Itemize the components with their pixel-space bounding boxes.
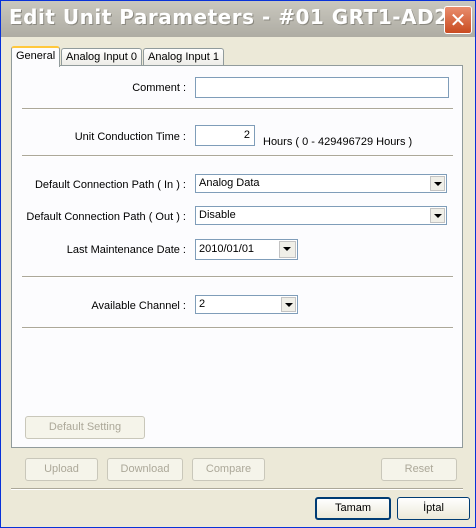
comment-input[interactable]: [195, 77, 449, 98]
chevron-down-icon[interactable]: [430, 176, 445, 191]
window-title: Edit Unit Parameters - #01 GRT1-AD2: [9, 5, 449, 29]
separator: [22, 276, 453, 278]
edit-unit-parameters-dialog: Edit Unit Parameters - #01 GRT1-AD2 ✕ Ge…: [0, 0, 476, 528]
cancel-button[interactable]: İptal: [397, 497, 470, 520]
available-channel-select[interactable]: 2: [195, 295, 298, 314]
title-bar[interactable]: Edit Unit Parameters - #01 GRT1-AD2 ✕: [1, 1, 475, 37]
comment-label: Comment :: [132, 82, 186, 94]
download-button[interactable]: Download: [107, 458, 183, 481]
chevron-down-icon[interactable]: [281, 297, 296, 312]
close-icon[interactable]: ✕: [444, 6, 472, 34]
reset-button[interactable]: Reset: [381, 458, 457, 481]
path-out-label: Default Connection Path ( Out ) :: [26, 211, 186, 223]
path-out-value: Disable: [199, 209, 236, 221]
compare-button[interactable]: Compare: [192, 458, 265, 481]
tab-analog-input-0[interactable]: Analog Input 0: [61, 48, 142, 66]
chevron-down-icon[interactable]: [430, 208, 445, 223]
tab-analog-input-1[interactable]: Analog Input 1: [143, 48, 224, 66]
conduction-time-range: Hours ( 0 - 429496729 Hours ): [263, 136, 413, 148]
available-channel-label: Available Channel :: [91, 300, 186, 312]
separator: [22, 155, 453, 157]
maintenance-date-label: Last Maintenance Date :: [66, 244, 186, 256]
upload-button[interactable]: Upload: [25, 458, 98, 481]
path-in-select[interactable]: Analog Data: [195, 174, 447, 193]
conduction-time-value: 2: [243, 129, 250, 141]
path-in-value: Analog Data: [199, 177, 260, 189]
default-setting-button[interactable]: Default Setting: [25, 416, 145, 439]
maintenance-date-value: 2010/01/01: [199, 243, 255, 255]
maintenance-date-picker[interactable]: 2010/01/01: [195, 239, 298, 260]
conduction-time-input[interactable]: 2: [195, 125, 255, 146]
available-channel-value: 2: [199, 298, 206, 310]
tab-general[interactable]: General: [11, 46, 60, 67]
general-panel: Comment : Unit Conduction Time : 2 Hours…: [11, 65, 463, 448]
conduction-time-label: Unit Conduction Time :: [74, 131, 186, 143]
path-out-select[interactable]: Disable: [195, 206, 447, 225]
separator: [22, 108, 453, 110]
separator: [22, 327, 453, 329]
path-in-label: Default Connection Path ( In ) :: [34, 179, 186, 191]
ok-button[interactable]: Tamam: [315, 497, 391, 520]
separator: [11, 488, 463, 490]
chevron-down-icon[interactable]: [279, 241, 296, 258]
